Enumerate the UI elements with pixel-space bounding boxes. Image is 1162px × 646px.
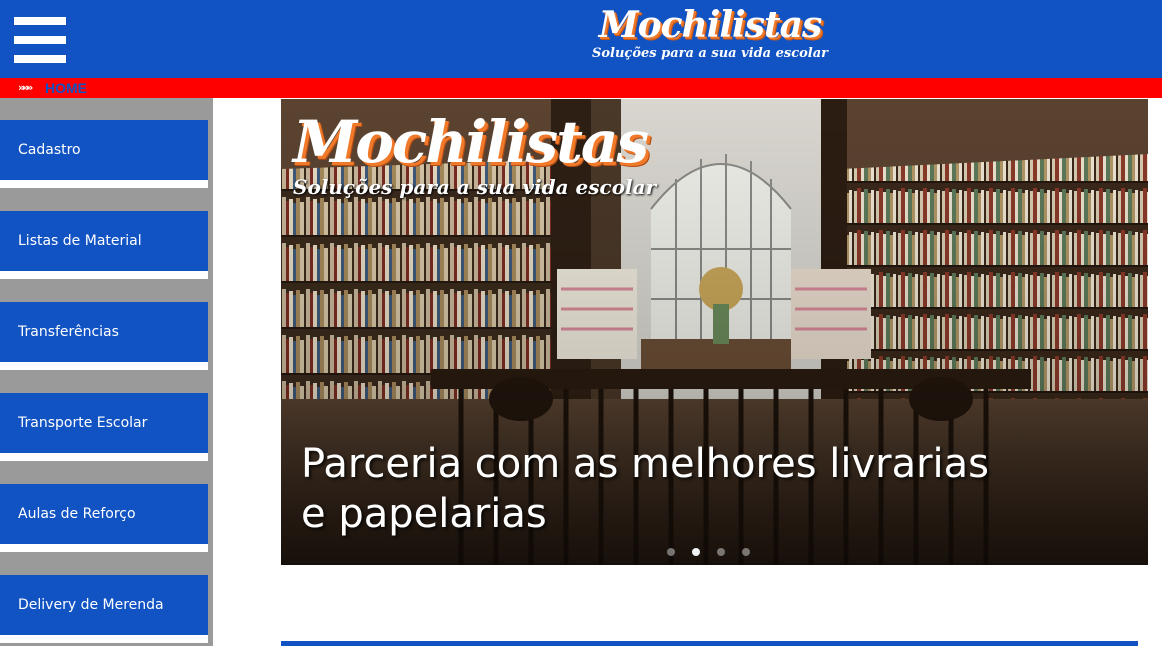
sidebar-item-label[interactable]: Delivery de Merenda [0, 575, 208, 635]
sidebar-item-divider [0, 180, 208, 188]
sidebar-item-transferencias[interactable]: Transferências [0, 302, 208, 370]
sidebar-item-delivery-de-merenda[interactable]: Delivery de Merenda [0, 575, 208, 643]
sidebar-item-divider [0, 635, 208, 643]
menu-bar-top [14, 17, 66, 25]
sidebar-item-divider [0, 362, 208, 370]
hero-logo-subtitle: Soluções para a sua vida escolar [293, 175, 657, 199]
content-section-divider [281, 641, 1138, 646]
sidebar-item-aulas-de-reforco[interactable]: Aulas de Reforço [0, 484, 208, 552]
sidebar-item-divider [0, 271, 208, 279]
sidebar-item-label[interactable]: Cadastro [0, 120, 208, 180]
slide-caption: Parceria com as melhores livrarias e pap… [301, 439, 1061, 539]
chevrons-right-icon: »»» [18, 81, 33, 94]
sidebar-menu: Cadastro Listas de Material Transferênci… [0, 98, 213, 646]
sidebar-item-listas-de-material[interactable]: Listas de Material [0, 211, 208, 279]
carousel-dot-2[interactable] [692, 548, 700, 556]
carousel-dot-3[interactable] [717, 548, 725, 556]
logo-title: Mochilistas [598, 4, 822, 46]
sidebar-item-label[interactable]: Transporte Escolar [0, 393, 208, 453]
sidebar-item-transporte-escolar[interactable]: Transporte Escolar [0, 393, 208, 461]
sidebar-item-label[interactable]: Transferências [0, 302, 208, 362]
sidebar-item-divider [0, 453, 208, 461]
breadcrumb-home-link[interactable]: HOME [45, 80, 87, 96]
slide-caption-line2: e papelarias [301, 491, 547, 537]
site-logo[interactable]: Mochilistas Soluções para a sua vida esc… [560, 4, 860, 74]
logo-subtitle: Soluções para a sua vida escolar [591, 46, 829, 61]
sidebar-item-divider [0, 544, 208, 552]
slide-caption-line1: Parceria com as melhores livrarias [301, 441, 990, 487]
menu-bar-bottom [14, 55, 66, 63]
carousel-dot-1[interactable] [667, 548, 675, 556]
sidebar-item-label[interactable]: Listas de Material [0, 211, 208, 271]
hero-carousel[interactable]: Mochilistas Soluções para a sua vida esc… [281, 99, 1148, 565]
hamburger-menu-icon[interactable] [14, 17, 66, 63]
top-header: Mochilistas Soluções para a sua vida esc… [0, 0, 1162, 78]
breadcrumb: »»» HOME [0, 78, 1162, 98]
sidebar-item-label[interactable]: Aulas de Reforço [0, 484, 208, 544]
sidebar-item-cadastro[interactable]: Cadastro [0, 120, 208, 188]
carousel-dot-4[interactable] [742, 548, 750, 556]
hero-logo-title: Mochilistas [293, 108, 649, 176]
menu-bar-middle [14, 36, 66, 44]
